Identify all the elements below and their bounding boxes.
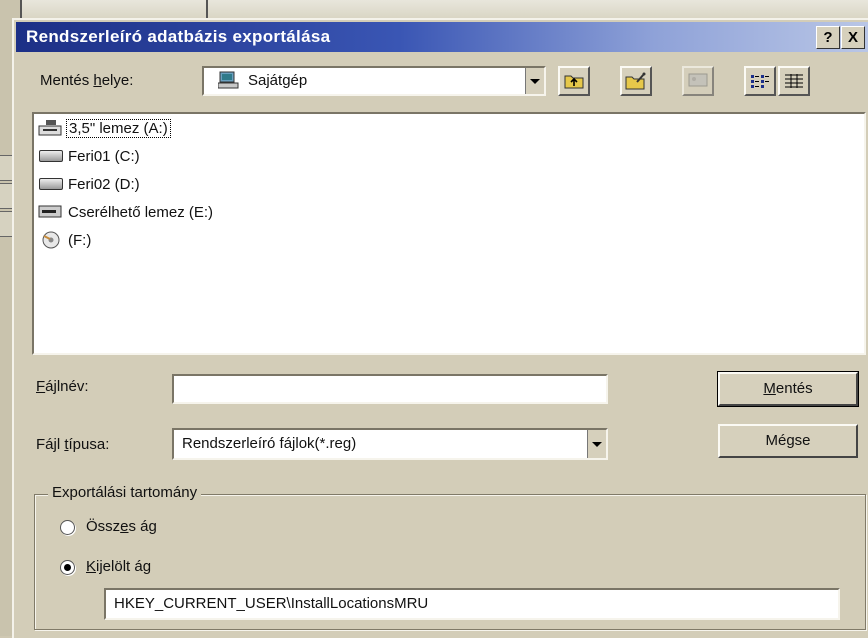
chevron-down-icon[interactable] — [587, 430, 606, 458]
all-branches-label[interactable]: Összes ág — [86, 518, 157, 535]
chevron-down-icon[interactable] — [525, 68, 544, 94]
removable-drive-icon — [36, 202, 66, 222]
filetype-label: Fájl típusa: — [36, 436, 110, 453]
export-range-title: Exportálási tartomány — [48, 484, 202, 501]
floppy-drive-icon — [36, 118, 66, 138]
list-item[interactable]: Cserélhető lemez (E:) — [36, 200, 215, 224]
my-computer-icon — [217, 71, 240, 89]
file-list[interactable]: 3,5" lemez (A:) Feri01 (C:) Feri02 (D:) … — [32, 112, 866, 355]
new-folder-icon — [625, 72, 646, 90]
filetype-select[interactable]: Rendszerleíró fájlok(*.reg) — [172, 428, 608, 460]
save-button[interactable]: Mentés — [717, 371, 859, 407]
selected-branch-radio[interactable] — [60, 560, 75, 575]
list-item[interactable]: (F:) — [36, 228, 93, 252]
export-dialog: Rendszerleíró adatbázis exportálása ? X … — [12, 18, 868, 638]
cd-drive-icon — [36, 230, 66, 250]
window-title: Rendszerleíró adatbázis exportálása — [26, 27, 331, 46]
cancel-button[interactable]: Mégse — [718, 424, 858, 458]
new-folder-button[interactable] — [620, 66, 652, 96]
selected-branch-label[interactable]: Kijelölt ág — [86, 558, 151, 575]
filename-label: Fájlnév: — [36, 378, 89, 395]
close-button[interactable]: X — [841, 26, 865, 49]
list-item[interactable]: Feri01 (C:) — [36, 144, 142, 168]
save-in-value: Sajátgép — [248, 72, 308, 89]
all-branches-radio[interactable] — [60, 520, 75, 535]
details-view-button[interactable] — [778, 66, 810, 96]
up-folder-icon — [564, 75, 584, 89]
desktop-button[interactable] — [682, 66, 714, 96]
list-item[interactable]: 3,5" lemez (A:) — [36, 116, 171, 140]
filetype-value: Rendszerleíró fájlok(*.reg) — [182, 435, 357, 452]
save-in-label: Mentés helye: — [40, 72, 134, 89]
help-button[interactable]: ? — [816, 26, 840, 49]
details-view-icon — [785, 74, 803, 88]
list-view-icon — [751, 75, 769, 88]
title-bar[interactable]: Rendszerleíró adatbázis exportálása ? X — [16, 22, 868, 52]
filename-input[interactable] — [172, 374, 608, 404]
desktop-icon — [688, 73, 708, 87]
up-folder-button[interactable] — [558, 66, 590, 96]
background-window-strip — [0, 0, 868, 20]
list-view-button[interactable] — [744, 66, 776, 96]
branch-path-input[interactable]: HKEY_CURRENT_USER\InstallLocationsMRU — [104, 588, 840, 620]
hard-drive-icon — [36, 146, 66, 166]
list-item[interactable]: Feri02 (D:) — [36, 172, 142, 196]
save-in-combo[interactable]: Sajátgép — [202, 66, 546, 96]
hard-drive-icon — [36, 174, 66, 194]
